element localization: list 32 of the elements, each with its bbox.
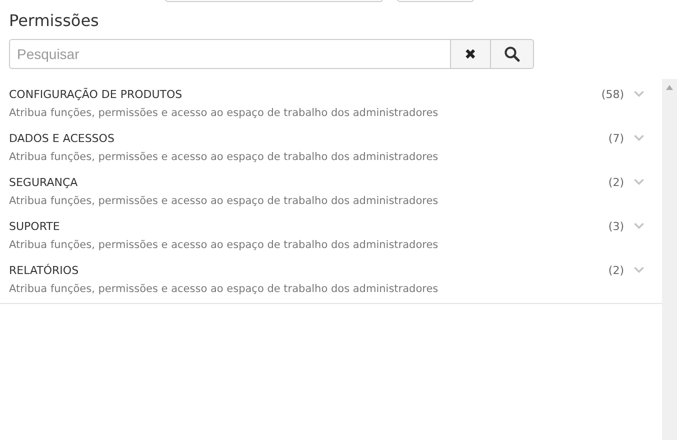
group-count: (2) bbox=[608, 264, 624, 276]
group-description: Atribua funções, permissões e acesso ao espaço de trabalho dos administradores bbox=[9, 282, 440, 297]
group-count: (58) bbox=[601, 88, 624, 100]
permission-group[interactable]: CONFIGURAÇÃO DE PRODUTOS (58) Atribua funções, permissões e acesso ao espaço de trabalho dos administradores bbox=[0, 83, 662, 127]
group-count: (2) bbox=[608, 176, 624, 188]
group-count: (3) bbox=[608, 220, 624, 232]
section-title: Permissões bbox=[9, 11, 100, 32]
chevron-icon[interactable] bbox=[634, 266, 644, 274]
permission-group[interactable]: SUPORTE (3) Atribua funções, permissões e acesso ao espaço de trabalho dos administradores bbox=[0, 215, 662, 259]
chevron-icon[interactable] bbox=[634, 222, 644, 230]
group-description: Atribua funções, permissões e acesso ao espaço de trabalho dos administradores bbox=[9, 106, 440, 121]
group-description: Atribua funções, permissões e acesso ao espaço de trabalho dos administradores bbox=[9, 238, 440, 253]
search-icon bbox=[504, 46, 520, 62]
search-button[interactable] bbox=[490, 39, 534, 69]
group-count: (7) bbox=[608, 132, 624, 144]
clear-button[interactable]: ✖ bbox=[450, 39, 490, 69]
group-name: SUPORTE bbox=[9, 220, 61, 232]
group-description: Atribua funções, permissões e acesso ao espaço de trabalho dos administradores bbox=[9, 150, 440, 165]
group-name: CONFIGURAÇÃO DE PRODUTOS bbox=[9, 88, 184, 100]
scrollbar[interactable] bbox=[662, 79, 677, 440]
scroll-up-icon[interactable] bbox=[666, 85, 673, 90]
permission-group[interactable]: SEGURANÇA (2) Atribua funções, permissões e acesso ao espaço de trabalho dos administradores bbox=[0, 171, 662, 215]
group-description: Atribua funções, permissões e acesso ao espaço de trabalho dos administradores bbox=[9, 194, 440, 209]
permission-group[interactable]: DADOS E ACESSOS (7) Atribua funções, permissões e acesso ao espaço de trabalho dos administradores bbox=[0, 127, 662, 171]
group-name: SEGURANÇA bbox=[9, 176, 79, 188]
search-field[interactable]: Pesquisar bbox=[9, 39, 450, 69]
chevron-icon[interactable] bbox=[634, 90, 644, 98]
group-name: RELATÓRIOS bbox=[9, 264, 80, 276]
group-name: DADOS E ACESSOS bbox=[9, 132, 116, 144]
permission-group[interactable]: RELATÓRIOS (2) Atribua funções, permissões e acesso ao espaço de trabalho dos administradores bbox=[0, 259, 662, 303]
chevron-icon[interactable] bbox=[634, 134, 644, 142]
chevron-icon[interactable] bbox=[634, 178, 644, 186]
